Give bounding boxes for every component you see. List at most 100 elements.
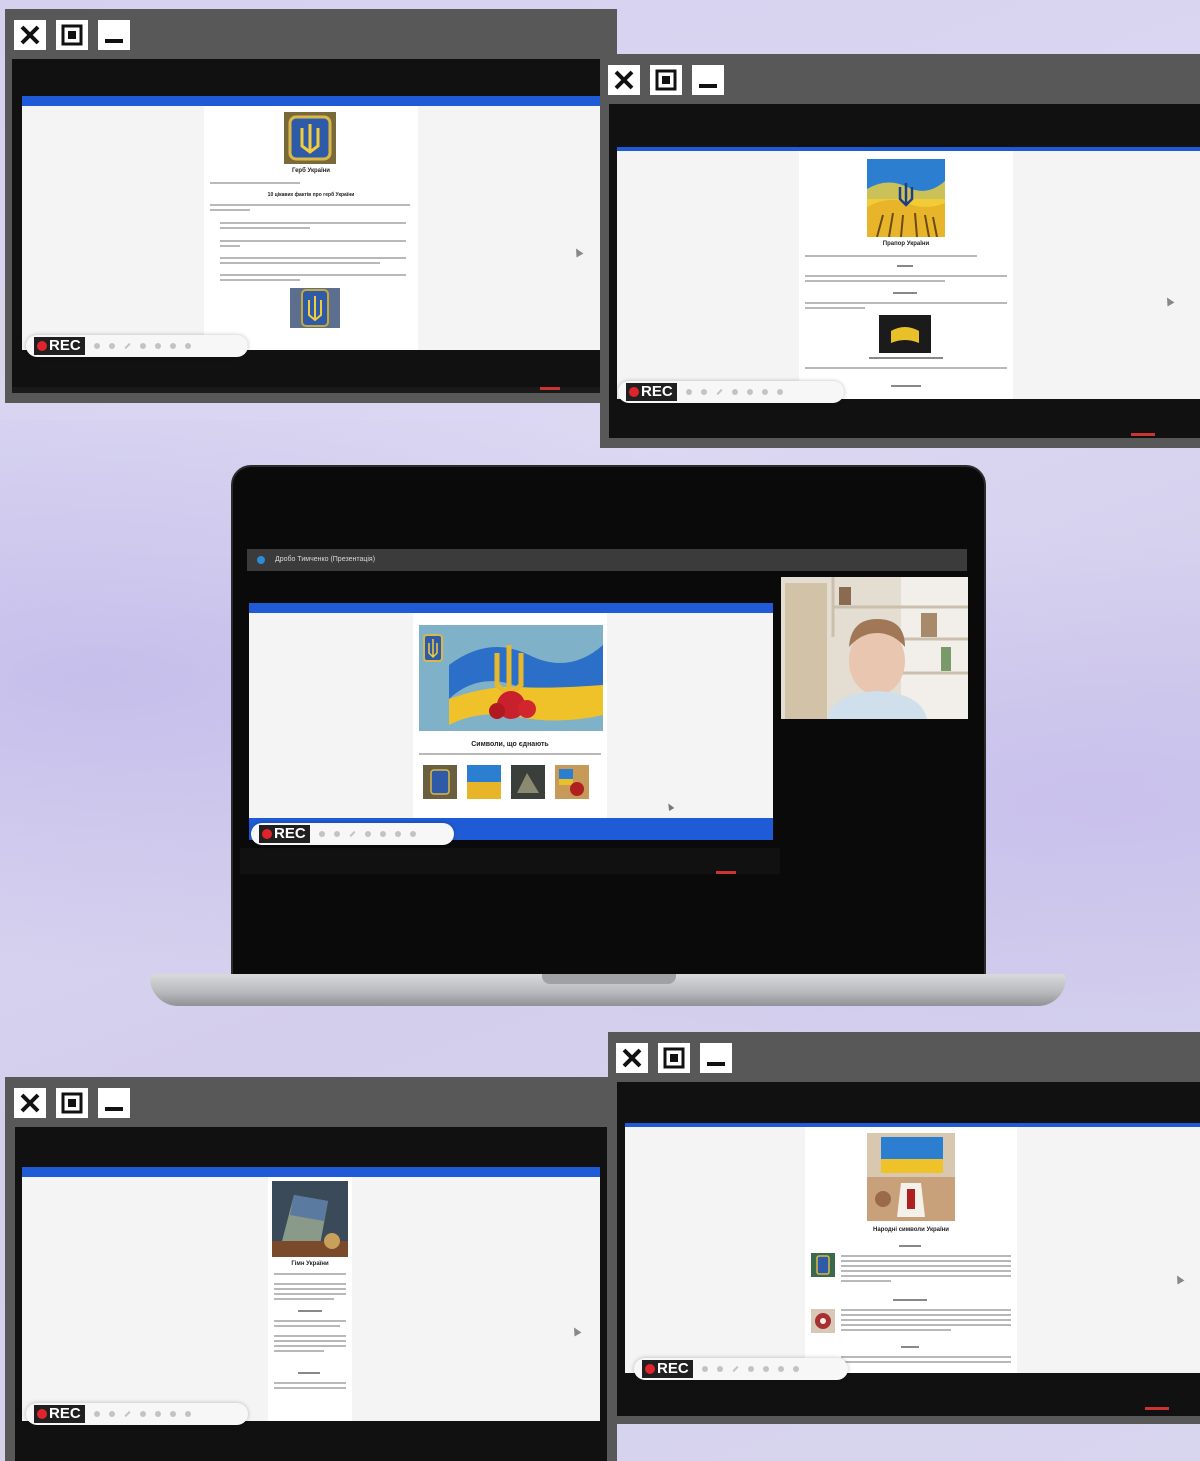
redo-icon[interactable] — [746, 389, 753, 395]
microphone-icon[interactable] — [169, 343, 176, 349]
maximize-icon[interactable] — [650, 65, 682, 95]
folk-symbols-image — [867, 1133, 955, 1221]
text-line — [274, 1288, 346, 1290]
hangup-icon[interactable] — [716, 871, 736, 874]
content-column: Герб України 10 цікавих фактів про герб … — [204, 106, 418, 350]
redo-icon[interactable] — [154, 343, 161, 349]
text-line — [841, 1319, 1011, 1321]
content-column: Символи, що єднають — [413, 613, 607, 839]
text-line — [220, 279, 300, 281]
text-line — [210, 209, 250, 211]
rec-button[interactable]: REC — [626, 383, 677, 401]
maximize-icon[interactable] — [56, 20, 88, 50]
text-line — [210, 182, 300, 184]
symbols-hero-image — [419, 625, 603, 731]
shared-screen-page: Символи, що єднають — [249, 603, 773, 839]
rec-label: REC — [657, 1360, 689, 1377]
bottom-strip-red — [540, 387, 560, 390]
laptop-notch — [542, 974, 676, 984]
text-line — [893, 1299, 927, 1301]
window-folk-symbols: Народні символи України REC — [608, 1032, 1200, 1424]
stop-icon[interactable] — [700, 389, 707, 395]
close-icon[interactable] — [14, 1088, 46, 1118]
text-line — [220, 262, 380, 264]
pen-icon[interactable] — [715, 388, 723, 396]
maximize-icon[interactable] — [56, 1088, 88, 1118]
meeting-title: Дробо Тимченко (Презентація) — [275, 556, 376, 563]
pause-icon[interactable] — [93, 1411, 100, 1417]
pause-icon[interactable] — [318, 831, 325, 837]
camera-icon[interactable] — [184, 1411, 191, 1417]
pen-icon[interactable] — [348, 830, 356, 838]
rec-button[interactable]: REC — [642, 1360, 693, 1378]
undo-icon[interactable] — [731, 389, 738, 395]
recorder-toolbar: REC — [251, 823, 454, 845]
browser-page: Народні символи України — [625, 1123, 1200, 1373]
minimize-icon[interactable] — [700, 1043, 732, 1073]
stop-icon[interactable] — [108, 343, 115, 349]
text-line — [274, 1335, 346, 1337]
undo-icon[interactable] — [364, 831, 371, 837]
minimize-icon[interactable] — [98, 1088, 130, 1118]
text-line — [220, 274, 406, 276]
recorder-toolbar: REC — [634, 1358, 848, 1380]
stop-icon[interactable] — [333, 831, 340, 837]
section-heading: 10 цікавих фактів про герб України — [267, 192, 355, 198]
rec-button[interactable]: REC — [34, 1405, 85, 1423]
rec-label: REC — [641, 383, 673, 400]
recorder-toolbar: REC — [26, 335, 248, 357]
text-line — [805, 275, 1007, 277]
text-line — [891, 385, 921, 387]
thumbnail-anthem — [511, 765, 545, 799]
microphone-icon[interactable] — [777, 1366, 784, 1372]
microphone-icon[interactable] — [394, 831, 401, 837]
pause-icon[interactable] — [93, 343, 100, 349]
meeting-bottom-bar — [240, 848, 780, 874]
record-icon — [645, 1364, 655, 1374]
undo-icon[interactable] — [139, 343, 146, 349]
redo-icon[interactable] — [154, 1411, 161, 1417]
undo-icon[interactable] — [139, 1411, 146, 1417]
pen-icon[interactable] — [731, 1365, 739, 1373]
text-line — [274, 1273, 346, 1275]
camera-icon[interactable] — [776, 389, 783, 395]
rec-button[interactable]: REC — [259, 825, 310, 843]
browser-page: Гімн України — [22, 1167, 600, 1421]
rec-button[interactable]: REC — [34, 337, 85, 355]
redo-icon[interactable] — [379, 831, 386, 837]
text-line — [298, 1372, 320, 1374]
mouse-cursor-icon — [572, 246, 584, 258]
pen-icon[interactable] — [123, 342, 131, 350]
window-titlebar — [608, 1032, 1200, 1080]
camera-icon[interactable] — [184, 343, 191, 349]
microphone-icon[interactable] — [169, 1411, 176, 1417]
close-icon[interactable] — [14, 20, 46, 50]
camera-icon[interactable] — [792, 1366, 799, 1372]
page-title: Народні символи України — [873, 1227, 949, 1233]
record-icon — [37, 1409, 47, 1419]
camera-icon[interactable] — [409, 831, 416, 837]
thumbnail-flag — [467, 765, 501, 799]
text-line — [805, 307, 865, 309]
pen-icon[interactable] — [123, 1410, 131, 1418]
pause-icon[interactable] — [701, 1366, 708, 1372]
minimize-icon[interactable] — [98, 20, 130, 50]
rec-label: REC — [274, 825, 306, 842]
text-line — [220, 257, 406, 259]
undo-icon[interactable] — [747, 1366, 754, 1372]
close-icon[interactable] — [616, 1043, 648, 1073]
redo-icon[interactable] — [762, 1366, 769, 1372]
site-header — [22, 96, 600, 106]
stop-icon[interactable] — [716, 1366, 723, 1372]
text-line — [274, 1283, 346, 1285]
text-line — [274, 1340, 346, 1342]
symbol-thumb-1 — [811, 1253, 835, 1277]
maximize-icon[interactable] — [658, 1043, 690, 1073]
microphone-icon[interactable] — [761, 389, 768, 395]
close-icon[interactable] — [608, 65, 640, 95]
text-line — [274, 1382, 346, 1384]
stop-icon[interactable] — [108, 1411, 115, 1417]
minimize-icon[interactable] — [692, 65, 724, 95]
pause-icon[interactable] — [685, 389, 692, 395]
browser-page: Прапор України — [617, 147, 1200, 399]
